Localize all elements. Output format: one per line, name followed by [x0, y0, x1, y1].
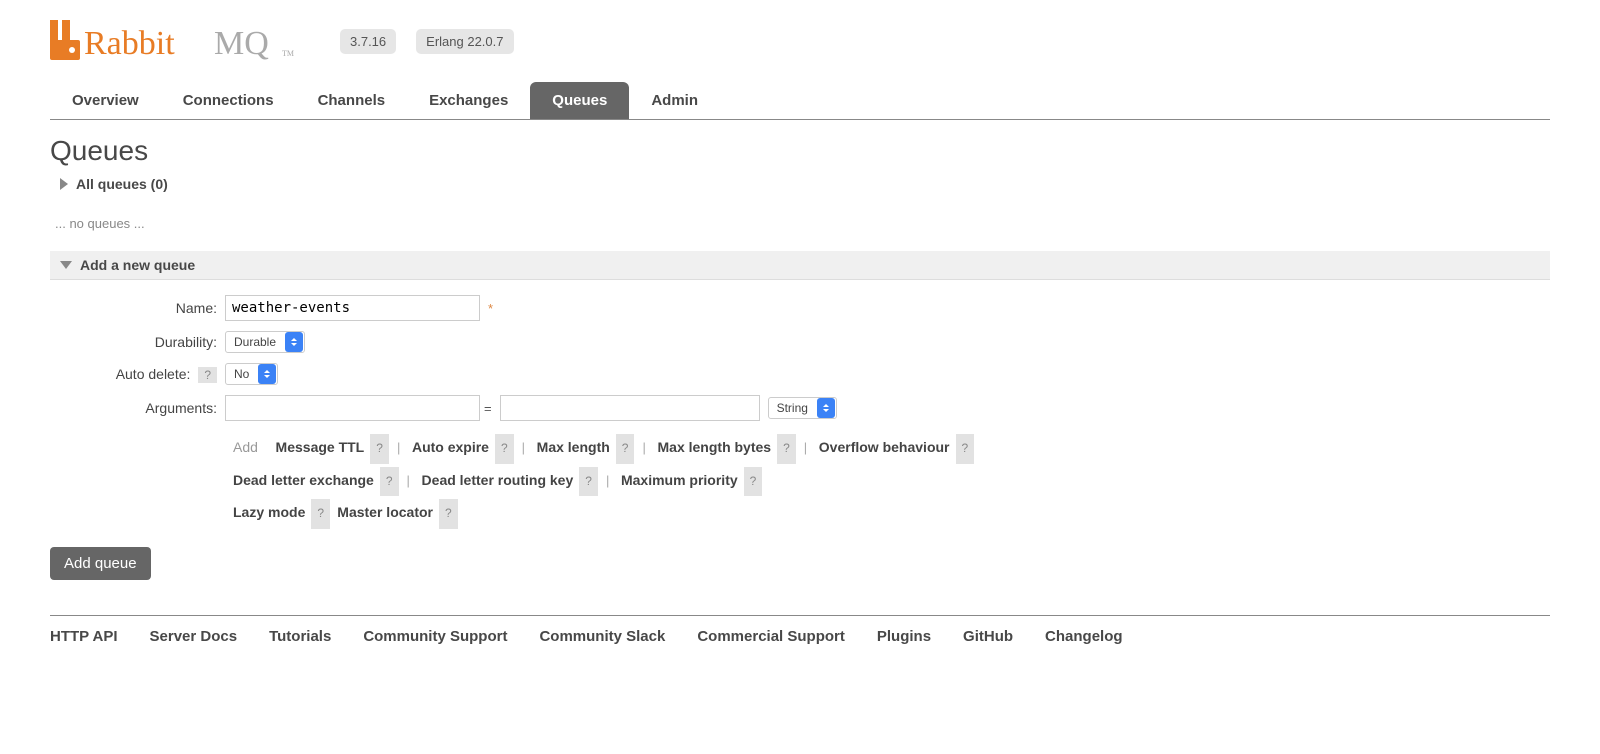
version-badge: 3.7.16 [340, 29, 396, 54]
required-marker: * [488, 301, 493, 316]
shortcut-lazy-mode[interactable]: Lazy mode [233, 504, 305, 520]
add-text: Add [233, 439, 258, 455]
erlang-badge: Erlang 22.0.7 [416, 29, 513, 54]
autodelete-select[interactable]: No [225, 363, 278, 385]
help-icon[interactable]: ? [380, 467, 399, 497]
all-queues-toggle[interactable]: All queues (0) [50, 172, 1550, 196]
help-icon[interactable]: ? [370, 434, 389, 464]
durability-select[interactable]: Durable [225, 331, 305, 353]
chevron-down-icon [60, 261, 72, 269]
tab-queues[interactable]: Queues [530, 82, 629, 119]
add-queue-button[interactable]: Add queue [50, 547, 151, 580]
footer-community-support[interactable]: Community Support [363, 628, 507, 645]
equals-sign: = [484, 401, 492, 416]
select-arrow-icon [817, 398, 835, 418]
help-icon[interactable]: ? [616, 434, 635, 464]
argument-shortcuts: Add Message TTL?| Auto expire?| Max leng… [225, 431, 1175, 529]
footer-tutorials[interactable]: Tutorials [269, 628, 331, 645]
tab-overview[interactable]: Overview [50, 82, 161, 119]
help-icon[interactable]: ? [744, 467, 763, 497]
shortcut-max-priority[interactable]: Maximum priority [621, 472, 738, 488]
rabbitmq-logo: Rabbit MQ TM [50, 20, 320, 62]
no-queues-text: ... no queues ... [55, 216, 1550, 231]
page-title: Queues [50, 135, 1550, 167]
select-arrow-icon [258, 364, 276, 384]
shortcut-master-locator[interactable]: Master locator [337, 504, 433, 520]
shortcut-max-length-bytes[interactable]: Max length bytes [658, 439, 772, 455]
footer-plugins[interactable]: Plugins [877, 628, 931, 645]
select-arrow-icon [285, 332, 303, 352]
svg-text:Rabbit: Rabbit [84, 25, 175, 62]
chevron-right-icon [60, 178, 68, 190]
shortcut-auto-expire[interactable]: Auto expire [412, 439, 489, 455]
footer-http-api[interactable]: HTTP API [50, 628, 118, 645]
tab-admin[interactable]: Admin [629, 82, 720, 119]
shortcut-message-ttl[interactable]: Message TTL [276, 439, 365, 455]
help-icon[interactable]: ? [777, 434, 796, 464]
footer-server-docs[interactable]: Server Docs [150, 628, 238, 645]
svg-text:TM: TM [282, 49, 294, 58]
footer-changelog[interactable]: Changelog [1045, 628, 1123, 645]
help-icon[interactable]: ? [579, 467, 598, 497]
main-tabs: Overview Connections Channels Exchanges … [50, 82, 1550, 120]
footer-links: HTTP API Server Docs Tutorials Community… [50, 615, 1550, 645]
durability-label: Durability: [50, 334, 225, 350]
help-icon[interactable]: ? [956, 434, 975, 464]
add-queue-toggle[interactable]: Add a new queue [50, 251, 1550, 280]
shortcut-overflow-behaviour[interactable]: Overflow behaviour [819, 439, 950, 455]
add-queue-label: Add a new queue [80, 257, 195, 273]
footer-commercial-support[interactable]: Commercial Support [697, 628, 845, 645]
svg-text:MQ: MQ [214, 25, 269, 62]
help-icon[interactable]: ? [495, 434, 514, 464]
autodelete-label: Auto delete: [116, 366, 191, 382]
tab-exchanges[interactable]: Exchanges [407, 82, 530, 119]
tab-connections[interactable]: Connections [161, 82, 296, 119]
add-queue-form: Name: * Durability: Durable Auto delete:… [50, 280, 1550, 590]
all-queues-label: All queues (0) [76, 176, 168, 192]
arguments-label: Arguments: [50, 400, 225, 416]
shortcut-dlrk[interactable]: Dead letter routing key [422, 472, 574, 488]
arg-val-input[interactable] [500, 395, 760, 421]
arg-key-input[interactable] [225, 395, 480, 421]
header: Rabbit MQ TM 3.7.16 Erlang 22.0.7 [50, 20, 1550, 62]
name-input[interactable] [225, 295, 480, 321]
footer-community-slack[interactable]: Community Slack [539, 628, 665, 645]
autodelete-help[interactable]: ? [198, 367, 217, 383]
help-icon[interactable]: ? [311, 499, 330, 529]
arg-type-select[interactable]: String [768, 397, 837, 419]
shortcut-dlx[interactable]: Dead letter exchange [233, 472, 374, 488]
footer-github[interactable]: GitHub [963, 628, 1013, 645]
tab-channels[interactable]: Channels [296, 82, 408, 119]
name-label: Name: [50, 300, 225, 316]
help-icon[interactable]: ? [439, 499, 458, 529]
shortcut-max-length[interactable]: Max length [537, 439, 610, 455]
